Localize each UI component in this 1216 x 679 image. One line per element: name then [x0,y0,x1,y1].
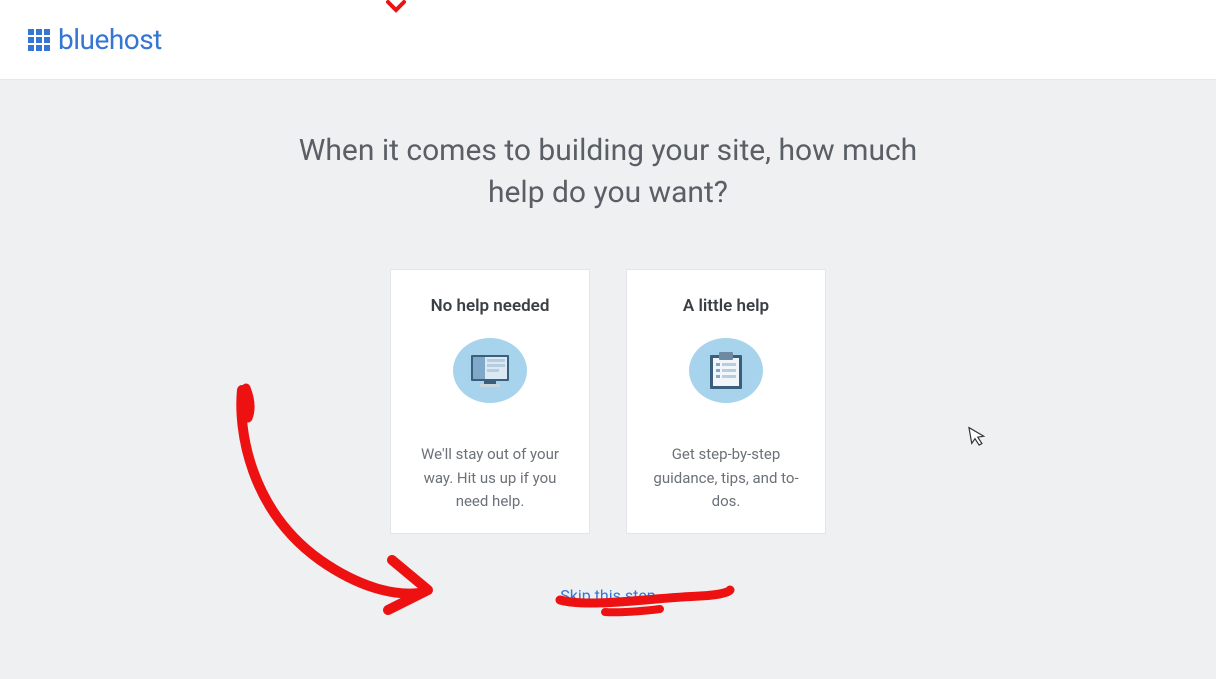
skip-step-link[interactable]: Skip this step [560,586,656,605]
brand-logo[interactable]: bluehost [28,23,162,56]
grid-icon [28,29,50,51]
option-cards: No help needed We'll stay out of your wa… [0,269,1216,534]
checklist-icon [689,338,763,403]
card-little-help[interactable]: A little help Get step-by-step guidance,… [626,269,826,534]
main-content: When it comes to building your site, how… [0,80,1216,605]
card-title: No help needed [431,296,550,316]
card-no-help[interactable]: No help needed We'll stay out of your wa… [390,269,590,534]
header: bluehost [0,0,1216,80]
brand-name: bluehost [58,23,162,56]
card-description: Get step-by-step guidance, tips, and to-… [645,443,807,513]
card-description: We'll stay out of your way. Hit us up if… [409,443,571,513]
card-title: A little help [683,296,769,316]
monitor-icon [453,338,527,403]
onboarding-question: When it comes to building your site, how… [288,130,928,214]
